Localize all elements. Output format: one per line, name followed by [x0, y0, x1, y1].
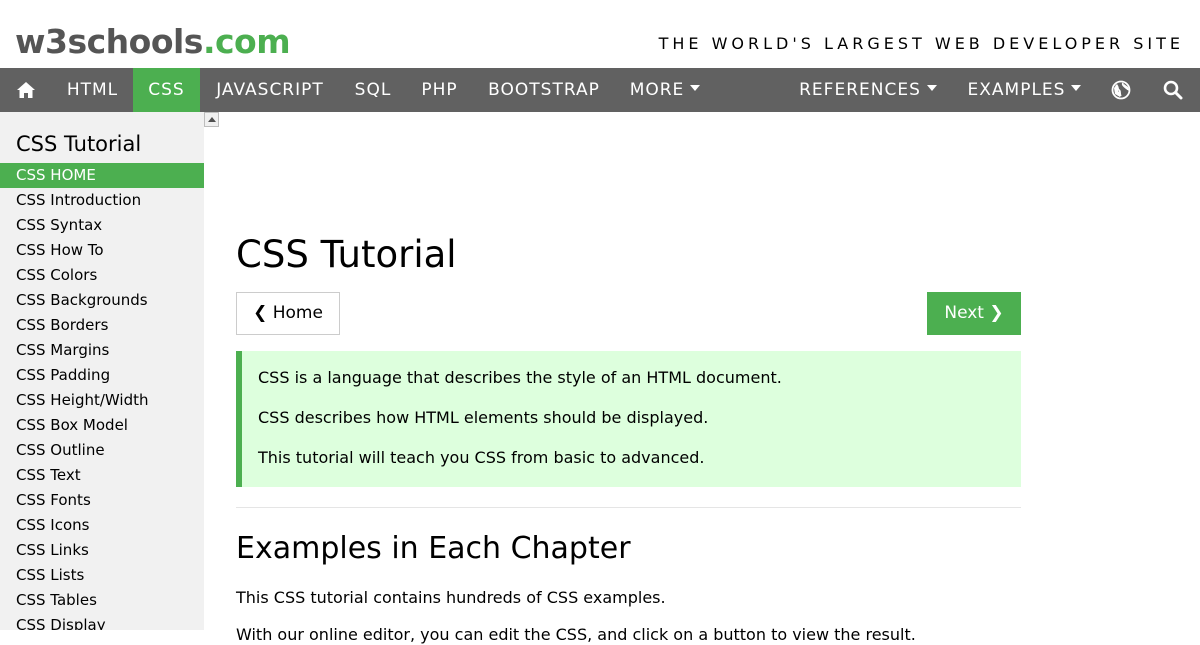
- page-title: CSS Tutorial: [236, 233, 457, 276]
- arrow-up-icon: [207, 117, 216, 122]
- nav-html[interactable]: HTML: [52, 68, 133, 112]
- sidebar-item-css-links[interactable]: CSS Links: [0, 538, 204, 563]
- sidebar-list: CSS HOME CSS Introduction CSS Syntax CSS…: [0, 163, 204, 630]
- sidebar-item-css-text[interactable]: CSS Text: [0, 463, 204, 488]
- note-line-2: CSS describes how HTML elements should b…: [258, 408, 709, 427]
- nav-css[interactable]: CSS: [133, 68, 200, 112]
- home-icon: [17, 82, 35, 98]
- sidebar-item-css-how-to[interactable]: CSS How To: [0, 238, 204, 263]
- sidebar-item-css-introduction[interactable]: CSS Introduction: [0, 188, 204, 213]
- sidebar-item-css-height-width[interactable]: CSS Height/Width: [0, 388, 204, 413]
- sidebar-item-css-box-model[interactable]: CSS Box Model: [0, 413, 204, 438]
- nav-search-button[interactable]: [1150, 68, 1196, 112]
- sidebar-item-css-padding[interactable]: CSS Padding: [0, 363, 204, 388]
- nav-examples-label: EXAMPLES: [967, 80, 1066, 100]
- logo-text-domain: .com: [202, 22, 291, 61]
- nav-references[interactable]: REFERENCES: [784, 68, 952, 112]
- site-logo[interactable]: w3schools.com: [15, 22, 291, 62]
- chevron-down-icon: [690, 85, 701, 91]
- search-icon: [1163, 80, 1183, 100]
- sidebar-item-css-home[interactable]: CSS HOME: [0, 163, 204, 188]
- nav-javascript[interactable]: JAVASCRIPT: [200, 68, 340, 112]
- intro-note: CSS is a language that describes the sty…: [236, 351, 1021, 487]
- nav-sql[interactable]: SQL: [340, 68, 406, 112]
- sidebar-item-css-tables[interactable]: CSS Tables: [0, 588, 204, 613]
- section-heading: Examples in Each Chapter: [236, 531, 631, 566]
- nav-more[interactable]: MORE: [615, 68, 715, 112]
- next-button[interactable]: Next ❯: [927, 292, 1021, 335]
- sidebar-scroll-up-button[interactable]: [204, 112, 219, 127]
- nav-references-label: REFERENCES: [799, 80, 921, 100]
- chevron-down-icon: [1071, 85, 1082, 91]
- section-paragraph-2: With our online editor, you can edit the…: [236, 625, 916, 644]
- sidebar-item-css-fonts[interactable]: CSS Fonts: [0, 488, 204, 513]
- top-navigation: HTML CSS JAVASCRIPT SQL PHP BOOTSTRAP MO…: [0, 68, 1200, 112]
- nav-translate-button[interactable]: [1100, 68, 1142, 112]
- nav-bootstrap[interactable]: BOOTSTRAP: [473, 68, 615, 112]
- site-header: w3schools.com THE WORLD'S LARGEST WEB DE…: [0, 0, 1200, 68]
- sidebar-item-css-outline[interactable]: CSS Outline: [0, 438, 204, 463]
- globe-icon: [1111, 80, 1131, 100]
- note-line-3: This tutorial will teach you CSS from ba…: [258, 448, 705, 467]
- section-divider: [236, 507, 1021, 508]
- sidebar: CSS Tutorial CSS HOME CSS Introduction C…: [0, 112, 204, 630]
- sidebar-item-css-colors[interactable]: CSS Colors: [0, 263, 204, 288]
- sidebar-item-css-backgrounds[interactable]: CSS Backgrounds: [0, 288, 204, 313]
- chevron-down-icon: [926, 85, 937, 91]
- sidebar-item-css-icons[interactable]: CSS Icons: [0, 513, 204, 538]
- sidebar-item-css-lists[interactable]: CSS Lists: [0, 563, 204, 588]
- section-paragraph: This CSS tutorial contains hundreds of C…: [236, 588, 666, 607]
- sidebar-item-css-display[interactable]: CSS Display: [0, 613, 204, 630]
- sidebar-item-css-syntax[interactable]: CSS Syntax: [0, 213, 204, 238]
- nav-php[interactable]: PHP: [406, 68, 473, 112]
- nav-home-button[interactable]: [0, 68, 52, 112]
- site-tagline: THE WORLD'S LARGEST WEB DEVELOPER SITE: [658, 34, 1184, 53]
- nav-more-label: MORE: [629, 80, 685, 100]
- note-line-1: CSS is a language that describes the sty…: [258, 368, 782, 387]
- nav-examples[interactable]: EXAMPLES: [952, 68, 1097, 112]
- logo-text-main: w3schools: [15, 22, 203, 61]
- sidebar-item-css-margins[interactable]: CSS Margins: [0, 338, 204, 363]
- home-button[interactable]: ❮ Home: [236, 292, 340, 335]
- sidebar-item-css-borders[interactable]: CSS Borders: [0, 313, 204, 338]
- sidebar-title: CSS Tutorial: [16, 132, 142, 156]
